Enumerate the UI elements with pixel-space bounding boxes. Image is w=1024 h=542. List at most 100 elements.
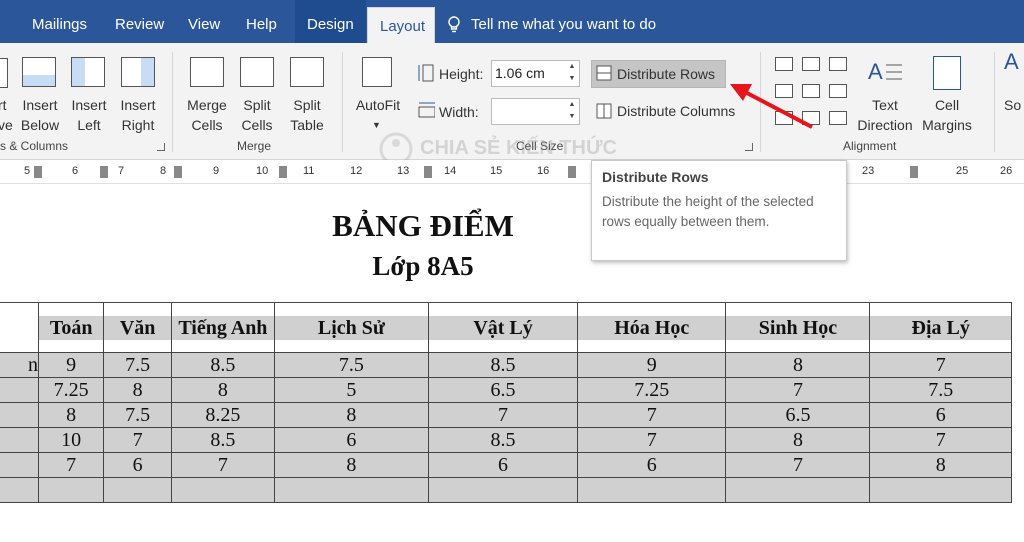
cell-size-dialog-launcher[interactable] [745, 143, 753, 151]
table-cell[interactable]: 7.5 [103, 402, 172, 428]
ruler-marker[interactable] [279, 166, 287, 178]
insert-left-label-2: Left [77, 117, 101, 133]
table-cell[interactable]: 7.25 [577, 377, 727, 403]
rows-columns-dialog-launcher[interactable] [157, 143, 165, 151]
grades-table[interactable]: Toán Văn Tiếng Anh Lịch Sử Vật Lý Hóa Học Sinh… [0, 302, 1012, 503]
table-cell[interactable] [0, 427, 39, 453]
table-header-cell[interactable]: Toán [37, 302, 105, 353]
table-cell[interactable]: 8.5 [428, 352, 579, 378]
align-bottom-center-icon[interactable] [802, 111, 820, 125]
distribute-rows-icon [596, 65, 612, 81]
table-cell[interactable]: n [0, 352, 39, 378]
align-top-center-icon[interactable] [802, 57, 820, 71]
table-cell[interactable]: 6 [103, 452, 172, 478]
table-cell[interactable]: 7 [37, 452, 105, 478]
table-cell[interactable]: 6 [577, 452, 727, 478]
table-cell[interactable]: 8 [273, 402, 430, 428]
table-header-cell[interactable]: Lịch Sử [273, 302, 430, 353]
table-cell[interactable]: 7.25 [37, 377, 105, 403]
table-cell[interactable] [428, 477, 579, 503]
table-cell[interactable]: 6.5 [428, 377, 579, 403]
table-cell[interactable] [103, 477, 172, 503]
table-cell[interactable]: 9 [577, 352, 727, 378]
table-cell[interactable]: 8 [273, 452, 430, 478]
table-cell[interactable]: 7 [577, 427, 727, 453]
align-center-right-icon[interactable] [829, 84, 847, 98]
table-cell[interactable]: 8.5 [170, 352, 275, 378]
horizontal-ruler[interactable]: 5 6 7 8 9 10 11 12 13 14 15 16 23 25 26 [0, 160, 1024, 184]
group-separator [342, 52, 343, 152]
table-cell[interactable] [0, 477, 39, 503]
table-cell[interactable]: 8.25 [170, 402, 275, 428]
align-center-left-icon[interactable] [775, 84, 793, 98]
table-cell[interactable]: 9 [37, 352, 105, 378]
table-cell[interactable]: 6.5 [725, 402, 871, 428]
table-cell[interactable] [869, 477, 1012, 503]
split-table-label-2: Table [290, 117, 324, 133]
table-cell[interactable]: 7 [428, 402, 579, 428]
ruler-number: 15 [490, 165, 503, 177]
align-center-icon[interactable] [802, 84, 820, 98]
table-cell[interactable]: 7 [725, 377, 871, 403]
table-header-cell[interactable]: Sinh Học [725, 302, 871, 353]
table-cell[interactable] [0, 402, 39, 428]
table-cell[interactable]: 7 [577, 402, 727, 428]
table-cell[interactable]: 8.5 [428, 427, 579, 453]
table-cell[interactable]: 7 [170, 452, 275, 478]
table-cell[interactable] [170, 477, 275, 503]
table-cell[interactable] [0, 377, 39, 403]
header-label: Địa Lý [870, 315, 1011, 340]
table-header-cell[interactable]: Vật Lý [428, 302, 579, 353]
table-header-cell[interactable]: Địa Lý [869, 302, 1012, 353]
ruler-marker[interactable] [34, 166, 42, 178]
delete-icon [0, 58, 8, 88]
text-direction-icon: A [868, 59, 902, 84]
table-cell[interactable]: 5 [273, 377, 430, 403]
insert-right-label-1: Insert [120, 97, 156, 113]
align-top-right-icon[interactable] [829, 57, 847, 71]
merge-cells-label-1: Merge [187, 97, 227, 113]
autofit-icon [362, 57, 392, 87]
table-cell[interactable]: 8 [103, 377, 172, 403]
table-cell[interactable] [273, 477, 430, 503]
ruler-marker[interactable] [174, 166, 182, 178]
table-cell[interactable]: 7.5 [273, 352, 430, 378]
table-cell[interactable]: 6 [869, 402, 1012, 428]
width-spinner[interactable]: ▲ ▼ [566, 99, 578, 125]
table-cell[interactable]: 6 [273, 427, 430, 453]
delete-button[interactable]: rt ve [0, 95, 13, 135]
table-header-cell[interactable]: Tiếng Anh [170, 302, 275, 353]
table-cell[interactable] [725, 477, 871, 503]
table-cell[interactable]: 7.5 [103, 352, 172, 378]
table-cell[interactable]: 7 [869, 352, 1012, 378]
table-cell[interactable] [0, 452, 39, 478]
table-cell[interactable]: 8 [725, 352, 871, 378]
ruler-number: 7 [118, 165, 125, 177]
align-top-left-icon[interactable] [775, 57, 793, 71]
table-header-cell[interactable]: Hóa Học [577, 302, 727, 353]
table-cell[interactable] [577, 477, 727, 503]
table-cell[interactable]: 7.5 [869, 377, 1012, 403]
table-cell[interactable]: 8 [725, 427, 871, 453]
table-cell[interactable]: 7 [869, 427, 1012, 453]
column-width-icon [418, 102, 435, 118]
ruler-marker[interactable] [424, 166, 432, 178]
height-spinner[interactable]: ▲ ▼ [566, 61, 578, 87]
align-bottom-left-icon[interactable] [775, 111, 793, 125]
ruler-marker[interactable] [568, 166, 576, 178]
table-cell[interactable]: 6 [428, 452, 579, 478]
align-bottom-right-icon[interactable] [829, 111, 847, 125]
table-cell[interactable]: 10 [37, 427, 105, 453]
table-cell[interactable]: 8 [869, 452, 1012, 478]
ruler-marker[interactable] [100, 166, 108, 178]
distribute-columns-button[interactable]: Distribute Columns [617, 101, 735, 121]
ruler-marker[interactable] [910, 166, 918, 178]
table-header-cell[interactable] [0, 302, 39, 353]
table-cell[interactable]: 8 [170, 377, 275, 403]
table-cell[interactable]: 7 [103, 427, 172, 453]
table-header-cell[interactable]: Văn [103, 302, 172, 353]
table-cell[interactable]: 8.5 [170, 427, 275, 453]
table-cell[interactable]: 7 [725, 452, 871, 478]
table-cell[interactable]: 8 [37, 402, 105, 428]
table-cell[interactable] [37, 477, 105, 503]
